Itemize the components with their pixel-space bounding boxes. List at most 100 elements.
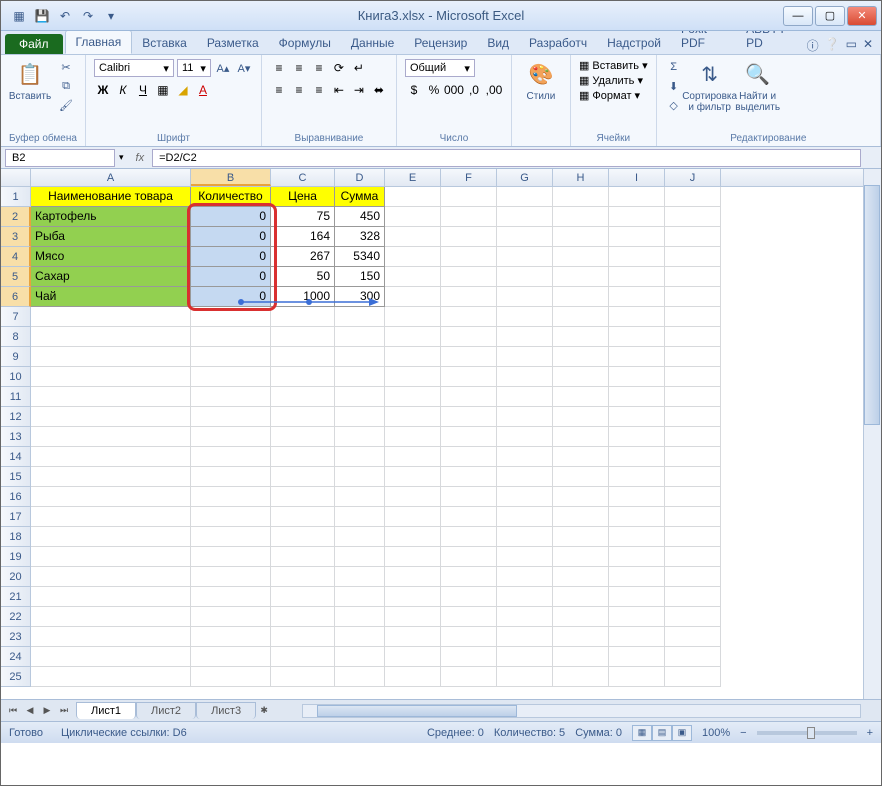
cell[interactable] bbox=[31, 467, 191, 487]
row-header[interactable]: 25 bbox=[1, 667, 31, 687]
align-bottom-icon[interactable]: ≡ bbox=[310, 59, 328, 77]
cut-icon[interactable]: ✂ bbox=[57, 59, 75, 75]
cell[interactable] bbox=[335, 347, 385, 367]
cell[interactable] bbox=[191, 587, 271, 607]
cell[interactable] bbox=[553, 447, 609, 467]
align-top-icon[interactable]: ≡ bbox=[270, 59, 288, 77]
cell[interactable] bbox=[497, 567, 553, 587]
cell[interactable] bbox=[385, 567, 441, 587]
cell[interactable] bbox=[553, 427, 609, 447]
cell[interactable] bbox=[497, 207, 553, 227]
cell[interactable] bbox=[665, 367, 721, 387]
cell[interactable] bbox=[271, 487, 335, 507]
cell[interactable] bbox=[335, 547, 385, 567]
cell[interactable] bbox=[441, 227, 497, 247]
cell-price[interactable]: 1000 bbox=[271, 287, 335, 307]
cell[interactable] bbox=[441, 667, 497, 687]
row-header[interactable]: 7 bbox=[1, 307, 31, 327]
cell-product-name[interactable]: Рыба bbox=[31, 227, 191, 247]
cell[interactable] bbox=[609, 287, 665, 307]
cell[interactable] bbox=[385, 227, 441, 247]
sheet-tab-1[interactable]: Лист1 bbox=[76, 702, 136, 719]
row-header[interactable]: 8 bbox=[1, 327, 31, 347]
row-header[interactable]: 10 bbox=[1, 367, 31, 387]
cell[interactable] bbox=[385, 387, 441, 407]
increase-decimal-icon[interactable]: ,0 bbox=[465, 81, 483, 99]
cell[interactable] bbox=[609, 407, 665, 427]
cell[interactable] bbox=[441, 387, 497, 407]
cell[interactable] bbox=[191, 387, 271, 407]
cell[interactable] bbox=[385, 367, 441, 387]
italic-button[interactable]: К bbox=[114, 81, 132, 99]
view-break-icon[interactable]: ▣ bbox=[672, 725, 692, 741]
tab-review[interactable]: Рецензир bbox=[404, 32, 477, 54]
cell[interactable] bbox=[497, 367, 553, 387]
tab-data[interactable]: Данные bbox=[341, 32, 404, 54]
row-header[interactable]: 21 bbox=[1, 587, 31, 607]
fill-color-button[interactable]: ◢ bbox=[174, 81, 192, 99]
cell[interactable] bbox=[497, 487, 553, 507]
row-header[interactable]: 9 bbox=[1, 347, 31, 367]
redo-icon[interactable]: ↷ bbox=[78, 6, 98, 26]
cell[interactable] bbox=[497, 507, 553, 527]
ribbon-collapse-icon[interactable]: ▭ bbox=[846, 37, 857, 54]
cell[interactable] bbox=[609, 667, 665, 687]
cell[interactable] bbox=[31, 407, 191, 427]
cell[interactable] bbox=[385, 587, 441, 607]
cell[interactable] bbox=[385, 467, 441, 487]
sort-filter-button[interactable]: ⇅ Сортировка и фильтр bbox=[689, 59, 731, 113]
cell[interactable] bbox=[665, 567, 721, 587]
cell[interactable] bbox=[441, 347, 497, 367]
cell[interactable] bbox=[497, 227, 553, 247]
col-header-E[interactable]: E bbox=[385, 169, 441, 186]
decrease-font-icon[interactable]: A▾ bbox=[235, 60, 253, 76]
cell[interactable] bbox=[191, 367, 271, 387]
cell[interactable] bbox=[553, 207, 609, 227]
cell[interactable] bbox=[609, 527, 665, 547]
cell[interactable] bbox=[335, 447, 385, 467]
cell[interactable] bbox=[553, 267, 609, 287]
cell[interactable] bbox=[31, 367, 191, 387]
cell[interactable] bbox=[335, 367, 385, 387]
cell[interactable] bbox=[497, 307, 553, 327]
cell[interactable] bbox=[385, 487, 441, 507]
cell[interactable] bbox=[271, 607, 335, 627]
row-header[interactable]: 1 bbox=[1, 187, 31, 207]
cell[interactable] bbox=[665, 387, 721, 407]
row-header[interactable]: 18 bbox=[1, 527, 31, 547]
cell[interactable] bbox=[271, 547, 335, 567]
row-header[interactable]: 16 bbox=[1, 487, 31, 507]
cell[interactable] bbox=[441, 447, 497, 467]
cell[interactable] bbox=[385, 627, 441, 647]
cell[interactable] bbox=[335, 627, 385, 647]
decrease-indent-icon[interactable]: ⇤ bbox=[330, 81, 348, 99]
cell[interactable] bbox=[497, 587, 553, 607]
tab-view[interactable]: Вид bbox=[477, 32, 519, 54]
cell[interactable] bbox=[497, 527, 553, 547]
cell[interactable] bbox=[31, 507, 191, 527]
cell[interactable] bbox=[497, 267, 553, 287]
cell[interactable] bbox=[497, 427, 553, 447]
cell[interactable] bbox=[441, 247, 497, 267]
cell[interactable] bbox=[191, 347, 271, 367]
cell[interactable] bbox=[385, 247, 441, 267]
cell[interactable] bbox=[553, 487, 609, 507]
cell[interactable] bbox=[191, 547, 271, 567]
cell[interactable] bbox=[497, 547, 553, 567]
cell[interactable] bbox=[271, 467, 335, 487]
cell[interactable] bbox=[385, 607, 441, 627]
decrease-decimal-icon[interactable]: ,00 bbox=[485, 81, 503, 99]
cell[interactable] bbox=[271, 307, 335, 327]
cell[interactable] bbox=[335, 327, 385, 347]
row-header[interactable]: 22 bbox=[1, 607, 31, 627]
col-header-D[interactable]: D bbox=[335, 169, 385, 186]
cell[interactable] bbox=[335, 527, 385, 547]
col-header-H[interactable]: H bbox=[553, 169, 609, 186]
cell[interactable] bbox=[31, 527, 191, 547]
cell-qty[interactable]: 0 bbox=[191, 247, 271, 267]
row-header[interactable]: 15 bbox=[1, 467, 31, 487]
cell[interactable] bbox=[609, 307, 665, 327]
cell[interactable] bbox=[271, 567, 335, 587]
cell[interactable] bbox=[553, 587, 609, 607]
cell-qty[interactable]: 0 bbox=[191, 267, 271, 287]
